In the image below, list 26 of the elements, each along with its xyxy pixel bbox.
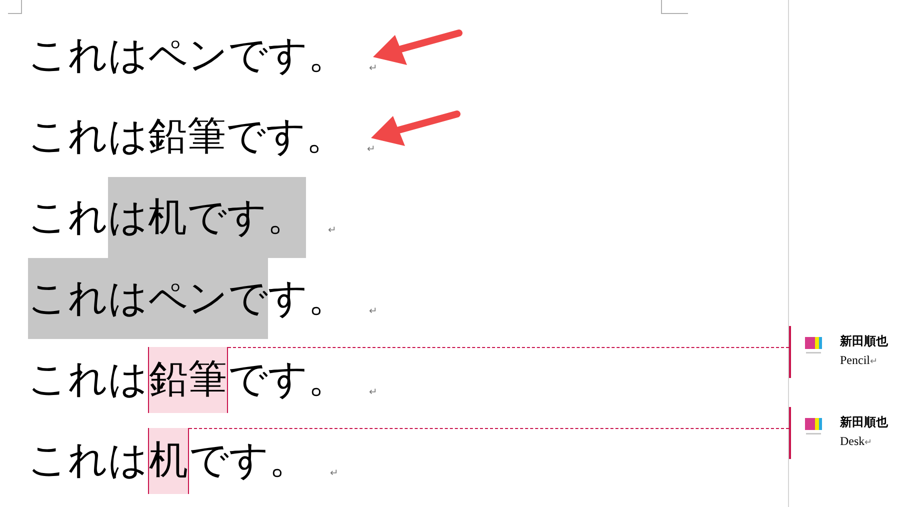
paragraph-mark: ↵ <box>328 224 336 237</box>
paragraph-mark: ↵ <box>367 143 376 156</box>
commented-text: 机 <box>148 428 189 494</box>
text-run: これは <box>28 356 148 404</box>
text-run: これは鉛筆です。 <box>28 113 345 161</box>
crop-mark <box>661 0 688 14</box>
paragraph-mark: ↵ <box>330 467 338 480</box>
comment-author: 新田順也 <box>840 333 888 350</box>
comment-author: 新田順也 <box>840 414 888 431</box>
paragraph-mark: ↵ <box>870 356 878 366</box>
text-run: これ <box>28 194 108 242</box>
text-run: す。 <box>268 275 347 323</box>
selected-text: は机です。 <box>108 177 306 258</box>
text-run: これはペンです。 <box>28 32 347 80</box>
paragraph-mark: ↵ <box>369 386 378 399</box>
commented-text: 鉛筆 <box>148 347 228 413</box>
paragraph-mark: ↵ <box>864 437 873 447</box>
crop-mark <box>8 0 22 14</box>
text-run: です。 <box>189 437 308 485</box>
comment-text: Pencil <box>840 353 870 367</box>
selected-text: これはペンで <box>28 258 268 339</box>
text-run: これは <box>28 437 148 485</box>
paragraph-mark: ↵ <box>369 305 378 318</box>
paragraph-mark: ↵ <box>369 62 378 75</box>
comment-text: Desk <box>840 434 865 448</box>
text-run: です。 <box>228 356 347 404</box>
